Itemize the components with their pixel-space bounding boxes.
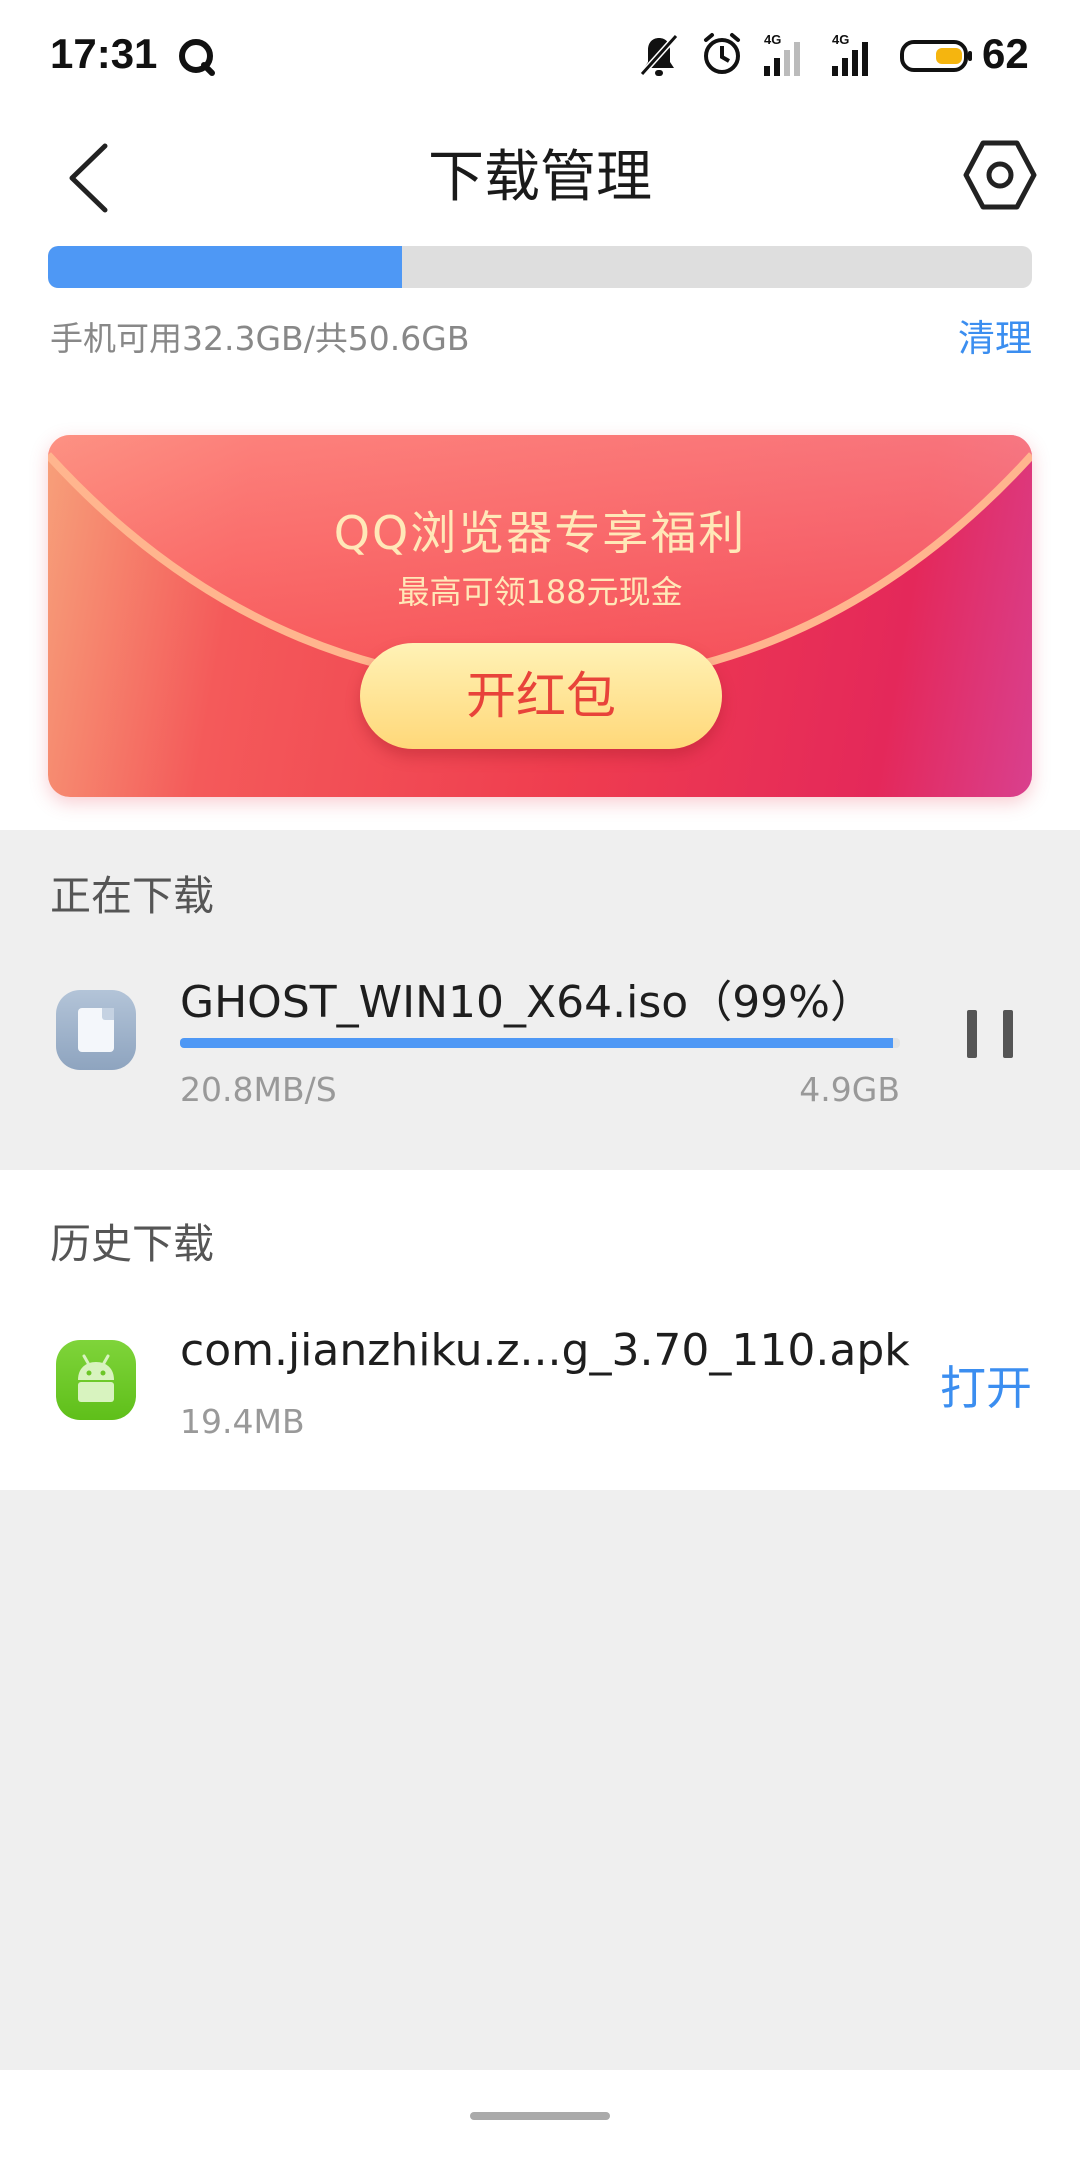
settings-button[interactable]: [955, 130, 1045, 220]
history-section-title: 历史下载: [50, 1220, 214, 1268]
home-indicator[interactable]: [470, 2112, 610, 2120]
svg-text:4G: 4G: [764, 32, 781, 47]
settings-hexagon-icon: [963, 140, 1037, 210]
svg-text:4G: 4G: [832, 32, 849, 47]
status-bar: 17:31 4G 4G 62: [0, 0, 1080, 112]
open-red-envelope-button[interactable]: 开红包: [360, 643, 722, 749]
red-envelope-banner[interactable]: QQ浏览器专享福利 最高可领188元现金 开红包: [48, 435, 1032, 797]
android-apk-icon: [56, 1340, 136, 1420]
clean-button[interactable]: 清理: [958, 308, 1032, 362]
status-time: 17:31: [50, 30, 158, 77]
bell-muted-icon: [639, 33, 679, 77]
download-progress-bar: [180, 1038, 900, 1048]
pause-button[interactable]: [955, 1000, 1025, 1070]
signal-4g-icon: 4G: [832, 32, 868, 76]
header: 下载管理: [0, 112, 1080, 262]
storage-usage-fill: [48, 246, 403, 288]
storage-info: 手机可用32.3GB/共50.6GB: [50, 319, 470, 358]
history-file-size: 19.4MB: [180, 1402, 305, 1441]
download-file-name: GHOST_WIN10_X64.iso（99%）: [180, 977, 874, 1028]
banner-subtitle: 最高可领188元现金: [397, 573, 683, 611]
q-icon: [179, 39, 215, 76]
download-size: 4.9GB: [799, 1070, 900, 1109]
banner-title: QQ浏览器专享福利: [333, 506, 747, 560]
page-title: 下载管理: [428, 145, 652, 210]
history-file-name: com.jianzhiku.z...g_3.70_110.apk: [180, 1325, 910, 1376]
download-progress-fill: [180, 1038, 893, 1048]
battery-icon: [900, 40, 972, 72]
battery-level: 62: [982, 30, 1029, 77]
file-icon: [56, 990, 136, 1070]
navigation-bar: [0, 2070, 1080, 2160]
signal-4g-icon: 4G: [764, 32, 800, 76]
download-speed: 20.8MB/S: [180, 1070, 337, 1109]
open-button[interactable]: 打开: [940, 1352, 1032, 1418]
storage-usage-bar: [48, 246, 1032, 288]
downloading-section-title: 正在下载: [50, 872, 214, 920]
alarm-icon: [704, 33, 740, 74]
